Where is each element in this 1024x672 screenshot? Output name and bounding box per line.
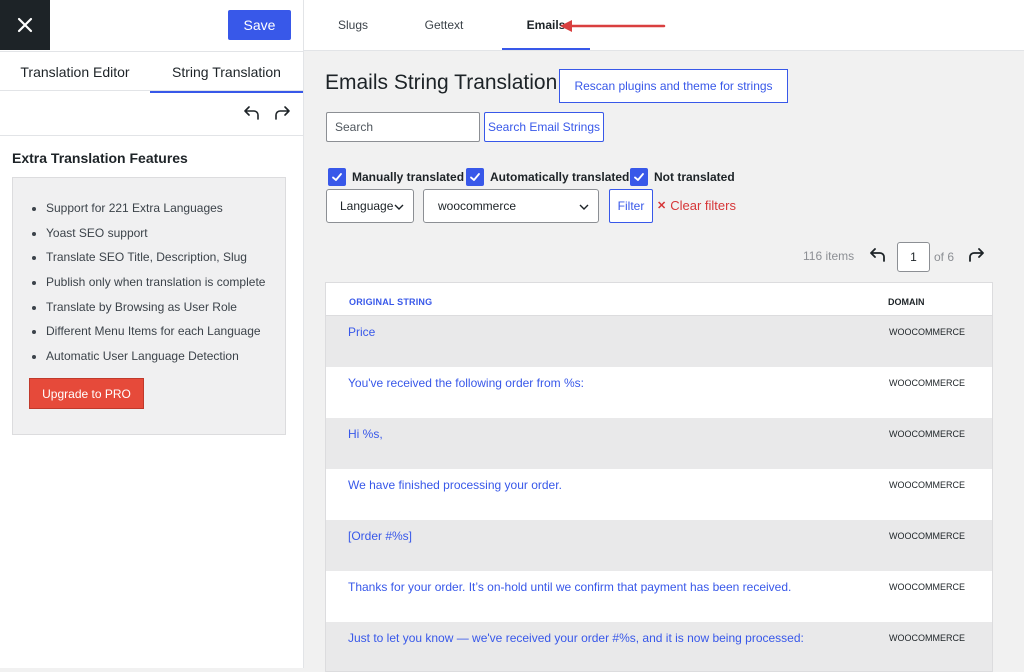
clear-filters-label: Clear filters <box>670 198 736 213</box>
sidebar-tabs: Translation Editor String Translation <box>0 51 303 93</box>
search-input[interactable] <box>326 112 480 142</box>
table-row[interactable]: You've received the following order from… <box>326 367 992 418</box>
page-total: of 6 <box>934 250 955 264</box>
checkbox-label: Manually translated <box>352 170 465 184</box>
original-string-cell[interactable]: You've received the following order from… <box>348 376 584 390</box>
checkbox-automatically-translated[interactable]: Automatically translated <box>466 168 629 186</box>
checkmark-icon[interactable] <box>466 168 484 186</box>
clear-filters-link[interactable]: ✕ Clear filters <box>657 198 736 213</box>
filter-button[interactable]: Filter <box>609 189 653 223</box>
translation-sidebar: Save Translation Editor String Translati… <box>0 0 304 668</box>
original-string-cell[interactable]: Hi %s, <box>348 427 383 441</box>
checkmark-icon[interactable] <box>328 168 346 186</box>
table-row[interactable]: Thanks for your order. It’s on-hold unti… <box>326 571 992 622</box>
undo-icon[interactable] <box>241 102 263 124</box>
feature-item: Support for 221 Extra Languages <box>46 200 265 225</box>
strings-table: ORIGINAL STRING DOMAIN Price WOOCOMMERCE… <box>325 282 993 672</box>
main-panel: Slugs Gettext Emails Emails String Trans… <box>304 0 1024 672</box>
checkbox-manually-translated[interactable]: Manually translated <box>328 168 464 186</box>
feature-item: Publish only when translation is complet… <box>46 274 265 299</box>
tab-slugs[interactable]: Slugs <box>322 0 384 50</box>
next-page-icon[interactable] <box>965 244 987 266</box>
features-box: Support for 221 Extra Languages Yoast SE… <box>12 177 286 435</box>
checkmark-icon[interactable] <box>630 168 648 186</box>
table-row[interactable]: Hi %s, WOOCOMMERCE <box>326 418 992 469</box>
features-title: Extra Translation Features <box>12 150 188 166</box>
upgrade-to-pro-button[interactable]: Upgrade to PRO <box>29 378 144 409</box>
checkbox-label: Not translated <box>654 170 735 184</box>
domain-select-value: woocommerce <box>438 199 517 213</box>
annotation-arrow <box>560 20 666 32</box>
domain-select[interactable]: woocommerce <box>423 189 599 223</box>
save-button[interactable]: Save <box>228 10 291 40</box>
feature-item: Yoast SEO support <box>46 225 265 250</box>
tab-gettext[interactable]: Gettext <box>412 0 476 50</box>
original-string-cell[interactable]: Thanks for your order. It’s on-hold unti… <box>348 580 791 594</box>
tab-translation-editor[interactable]: Translation Editor <box>0 52 150 92</box>
feature-item: Different Menu Items for each Language <box>46 323 265 348</box>
table-row[interactable]: [Order #%s] WOOCOMMERCE <box>326 520 992 571</box>
feature-item: Automatic User Language Detection <box>46 348 265 373</box>
original-string-cell[interactable]: We have finished processing your order. <box>348 478 562 492</box>
checkbox-label: Automatically translated <box>490 170 630 184</box>
feature-item: Translate SEO Title, Description, Slug <box>46 249 265 274</box>
column-header-domain: DOMAIN <box>888 297 925 307</box>
original-string-cell[interactable]: Price <box>348 325 375 339</box>
table-row[interactable]: We have finished processing your order. … <box>326 469 992 520</box>
tab-string-translation[interactable]: String Translation <box>150 52 303 93</box>
domain-cell: WOOCOMMERCE <box>889 429 965 439</box>
table-header: ORIGINAL STRING DOMAIN <box>326 283 992 316</box>
rescan-button[interactable]: Rescan plugins and theme for strings <box>559 69 788 103</box>
table-row[interactable]: Price WOOCOMMERCE <box>326 316 992 367</box>
clear-x-icon: ✕ <box>657 200 667 212</box>
domain-cell: WOOCOMMERCE <box>889 327 965 337</box>
domain-cell: WOOCOMMERCE <box>889 378 965 388</box>
domain-cell: WOOCOMMERCE <box>889 582 965 592</box>
items-count: 116 items <box>803 249 855 263</box>
close-icon <box>17 17 33 33</box>
original-string-cell[interactable]: Just to let you know — we've received yo… <box>348 631 804 645</box>
redo-icon[interactable] <box>271 102 293 124</box>
original-string-cell[interactable]: [Order #%s] <box>348 529 412 543</box>
feature-item: Translate by Browsing as User Role <box>46 299 265 324</box>
chevron-down-icon <box>394 204 404 210</box>
chevron-down-icon <box>579 204 589 210</box>
page-number-input[interactable] <box>897 242 930 272</box>
page-title: Emails String Translation <box>325 71 558 94</box>
search-email-strings-button[interactable]: Search Email Strings <box>484 112 604 142</box>
checkbox-not-translated[interactable]: Not translated <box>630 168 735 186</box>
domain-cell: WOOCOMMERCE <box>889 531 965 541</box>
column-header-original-string[interactable]: ORIGINAL STRING <box>349 297 432 307</box>
features-list: Support for 221 Extra Languages Yoast SE… <box>46 200 265 373</box>
history-controls <box>0 92 303 136</box>
close-button[interactable] <box>0 0 50 50</box>
previous-page-icon[interactable] <box>867 244 889 266</box>
table-row[interactable]: Just to let you know — we've received yo… <box>326 622 992 671</box>
domain-cell: WOOCOMMERCE <box>889 633 965 643</box>
language-select-value: Language <box>340 199 394 213</box>
domain-cell: WOOCOMMERCE <box>889 480 965 490</box>
language-select[interactable]: Language <box>326 189 414 223</box>
string-type-tabs: Slugs Gettext Emails <box>304 0 1024 51</box>
